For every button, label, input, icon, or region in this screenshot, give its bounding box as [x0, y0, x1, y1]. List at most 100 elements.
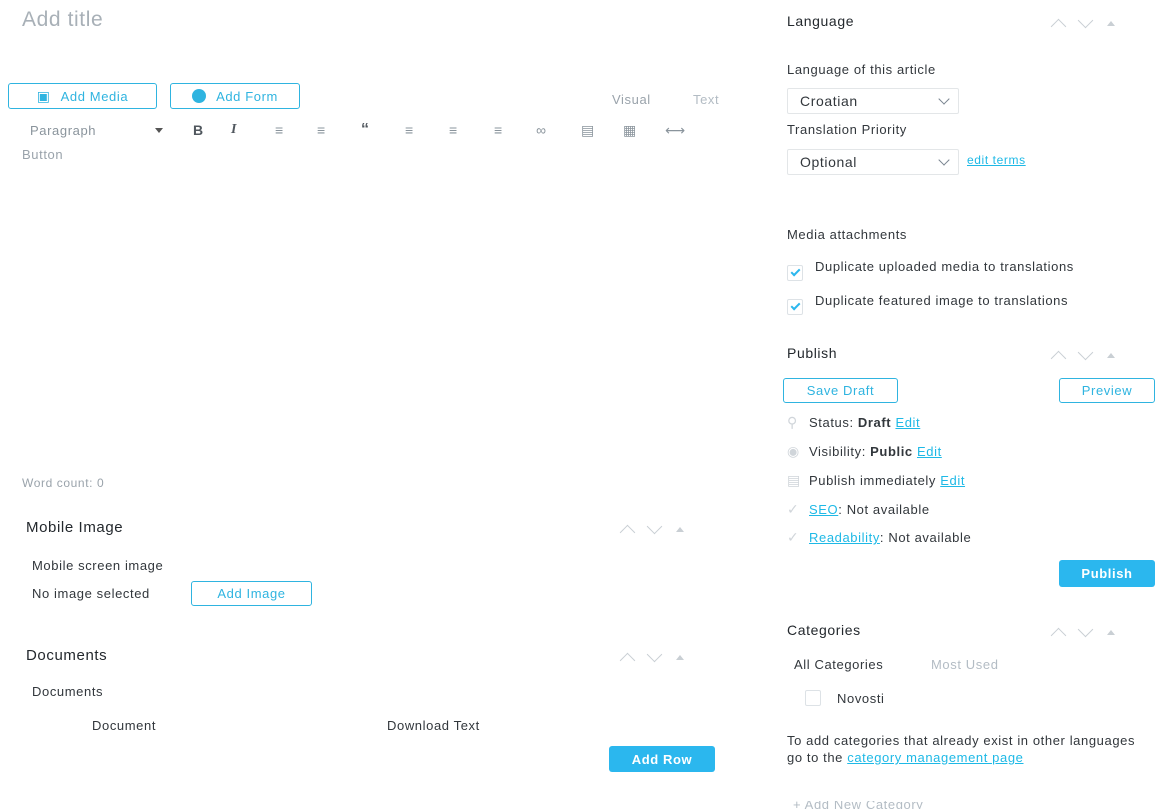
- mobile-image-controls: [619, 518, 684, 541]
- publish-controls: [1050, 344, 1115, 367]
- word-count: Word count: 0: [22, 476, 105, 490]
- calendar-icon: ▤: [787, 472, 801, 488]
- tab-most-used[interactable]: Most Used: [931, 657, 999, 672]
- move-up-icon[interactable]: [619, 652, 636, 669]
- readability-row: ✓ Readability: Not available: [787, 529, 971, 546]
- editor-content[interactable]: Button: [22, 147, 63, 162]
- categories-controls: [1050, 621, 1115, 644]
- add-image-button[interactable]: Add Image: [191, 581, 312, 606]
- keyboard-icon[interactable]: ▦: [623, 122, 665, 139]
- novosti-label: Novosti: [837, 690, 885, 706]
- bold-icon[interactable]: B: [193, 122, 231, 138]
- documents-field-label: Documents: [32, 684, 104, 699]
- category-item-novosti[interactable]: Novosti: [805, 690, 885, 706]
- publish-button[interactable]: Publish: [1059, 560, 1155, 587]
- add-row-button[interactable]: Add Row: [609, 746, 715, 772]
- visibility-row: ◉ Visibility: Public Edit: [787, 443, 942, 459]
- readability-score-icon: ✓: [787, 529, 800, 545]
- form-icon: [192, 89, 207, 103]
- move-down-icon[interactable]: [1077, 621, 1094, 638]
- move-down-icon[interactable]: [1077, 344, 1094, 361]
- editor-toolbar: Paragraph B I ≡ ≡ “ ≡ ≡ ≡ ∞ ▤ ▦ ⟷: [30, 121, 686, 139]
- check-icon: [790, 300, 800, 311]
- add-form-label: Add Form: [216, 88, 278, 104]
- translation-priority-label: Translation Priority: [787, 122, 907, 137]
- move-up-icon[interactable]: [1050, 350, 1067, 367]
- categories-note: To add categories that already exist in …: [787, 733, 1136, 765]
- align-right-icon[interactable]: ≡: [494, 122, 536, 138]
- save-draft-button[interactable]: Save Draft: [783, 378, 898, 403]
- categories-title: Categories: [787, 622, 861, 638]
- mobile-image-title: Mobile Image: [26, 519, 124, 536]
- dropdown-caret-icon[interactable]: [155, 127, 163, 133]
- language-controls: [1050, 12, 1115, 35]
- status-row: ⚲ Status: Draft Edit: [787, 414, 921, 430]
- move-up-icon[interactable]: [1050, 627, 1067, 644]
- visibility-value: Public: [870, 444, 913, 459]
- collapse-toggle-icon[interactable]: [1107, 630, 1115, 635]
- chevron-down-icon: [938, 153, 950, 166]
- edit-status-link[interactable]: Edit: [895, 415, 920, 430]
- move-down-icon[interactable]: [646, 646, 663, 663]
- read-more-icon[interactable]: ▤: [581, 122, 623, 139]
- dup-media-label: Duplicate uploaded media to translations: [815, 259, 1074, 274]
- mobile-screen-image-label: Mobile screen image: [32, 558, 164, 573]
- italic-icon[interactable]: I: [231, 122, 275, 138]
- collapse-toggle-icon[interactable]: [1107, 21, 1115, 26]
- dup-featured-option[interactable]: Duplicate featured image to translations: [787, 293, 1068, 315]
- article-language-select[interactable]: Croatian: [787, 88, 959, 114]
- edit-visibility-link[interactable]: Edit: [917, 444, 942, 459]
- seo-score-icon: ✓: [787, 501, 800, 517]
- seo-row: ✓ SEO: Not available: [787, 501, 930, 518]
- language-title: Language: [787, 13, 855, 29]
- align-left-icon[interactable]: ≡: [405, 122, 449, 138]
- article-language-value: Croatian: [800, 93, 858, 109]
- no-image-text: No image selected: [32, 586, 150, 601]
- paragraph-select[interactable]: Paragraph: [30, 123, 155, 138]
- dup-featured-label: Duplicate featured image to translations: [815, 293, 1069, 308]
- seo-value: : Not available: [838, 502, 930, 517]
- collapse-toggle-icon[interactable]: [1107, 353, 1115, 358]
- blockquote-icon[interactable]: “: [361, 121, 405, 139]
- move-up-icon[interactable]: [619, 524, 636, 541]
- category-management-link[interactable]: category management page: [847, 750, 1023, 765]
- align-center-icon[interactable]: ≡: [449, 122, 494, 138]
- article-language-label: Language of this article: [787, 62, 936, 77]
- post-title-input[interactable]: Add title: [22, 8, 103, 32]
- preview-button[interactable]: Preview: [1059, 378, 1155, 403]
- add-form-button[interactable]: Add Form: [170, 83, 300, 109]
- novosti-checkbox[interactable]: [805, 690, 821, 706]
- tab-visual[interactable]: Visual: [612, 92, 651, 107]
- collapse-toggle-icon[interactable]: [676, 527, 684, 532]
- numbered-list-icon[interactable]: ≡: [317, 122, 361, 138]
- column-download-text: Download Text: [387, 718, 480, 733]
- collapse-toggle-icon[interactable]: [676, 655, 684, 660]
- add-media-button[interactable]: ▣ Add Media: [8, 83, 157, 109]
- check-icon: [790, 266, 800, 277]
- translation-priority-value: Optional: [800, 154, 857, 170]
- move-down-icon[interactable]: [1077, 12, 1094, 29]
- add-media-label: Add Media: [60, 88, 129, 104]
- documents-controls: [619, 646, 684, 669]
- move-up-icon[interactable]: [1050, 18, 1067, 35]
- dup-media-option[interactable]: Duplicate uploaded media to translations: [787, 258, 1127, 281]
- move-down-icon[interactable]: [646, 518, 663, 535]
- readability-link[interactable]: Readability: [809, 530, 880, 545]
- dup-featured-checkbox[interactable]: [787, 299, 803, 315]
- seo-link[interactable]: SEO: [809, 502, 838, 517]
- tab-all-categories[interactable]: All Categories: [794, 657, 883, 672]
- tab-text[interactable]: Text: [693, 92, 719, 107]
- eye-icon: ◉: [787, 443, 800, 459]
- edit-schedule-link[interactable]: Edit: [940, 473, 965, 488]
- fullscreen-icon[interactable]: ⟷: [665, 122, 686, 139]
- link-icon[interactable]: ∞: [536, 122, 581, 138]
- bullet-list-icon[interactable]: ≡: [275, 122, 317, 138]
- schedule-row: ▤ Publish immediately Edit: [787, 472, 965, 489]
- chevron-down-icon: [938, 92, 950, 105]
- dup-media-checkbox[interactable]: [787, 265, 803, 281]
- publish-title: Publish: [787, 345, 838, 361]
- translation-priority-select[interactable]: Optional: [787, 149, 959, 175]
- edit-terms-link[interactable]: edit terms: [967, 153, 1026, 167]
- add-new-category-link[interactable]: + Add New Category: [793, 801, 923, 809]
- documents-title: Documents: [26, 647, 108, 664]
